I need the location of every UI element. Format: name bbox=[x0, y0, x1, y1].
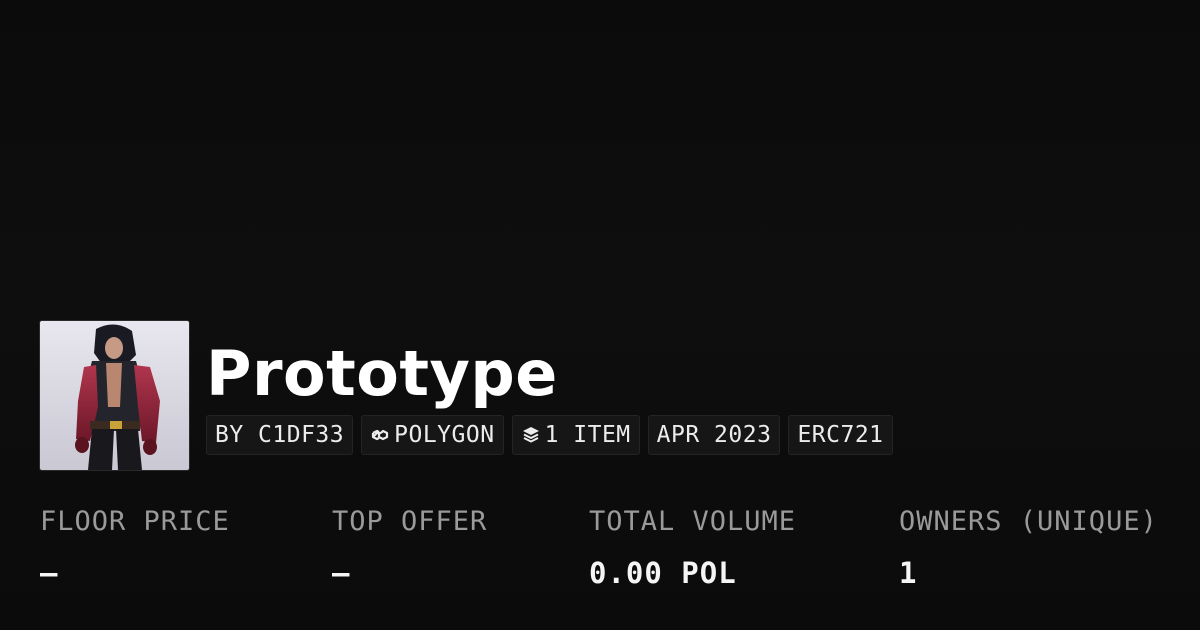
stat-label: TOTAL VOLUME bbox=[589, 506, 797, 537]
stat-value: – bbox=[332, 556, 351, 590]
standard-badge: ERC721 bbox=[788, 415, 893, 455]
stat-value: 1 bbox=[899, 556, 918, 590]
creator-badge-label: BY C1DF33 bbox=[215, 422, 345, 448]
standard-badge-label: ERC721 bbox=[797, 422, 884, 448]
stat-label: OWNERS (UNIQUE) bbox=[899, 506, 1158, 537]
stat-value: 0.00 POL bbox=[589, 556, 737, 590]
stat-label: FLOOR PRICE bbox=[40, 506, 230, 537]
stat-total-volume: TOTAL VOLUME 0.00 POL bbox=[589, 505, 796, 591]
stat-top-offer: TOP OFFER – bbox=[332, 505, 487, 591]
collection-badges: BY C1DF33 POLYGON 1 ITEM APR 2023 ERC721 bbox=[206, 415, 893, 455]
collection-avatar bbox=[40, 321, 189, 470]
creator-badge[interactable]: BY C1DF33 bbox=[206, 415, 354, 455]
collection-avatar-image bbox=[40, 321, 189, 470]
layers-icon bbox=[521, 425, 541, 445]
items-badge: 1 ITEM bbox=[511, 415, 640, 455]
date-badge-label: APR 2023 bbox=[656, 422, 772, 448]
date-badge: APR 2023 bbox=[647, 415, 781, 455]
chain-badge[interactable]: POLYGON bbox=[361, 415, 504, 455]
chain-link-icon bbox=[370, 425, 390, 445]
stat-floor-price: FLOOR PRICE – bbox=[40, 505, 230, 591]
stat-label: TOP OFFER bbox=[332, 506, 488, 537]
chain-badge-label: POLYGON bbox=[394, 422, 495, 448]
stat-value: – bbox=[40, 556, 59, 590]
collection-title: Prototype bbox=[206, 337, 558, 410]
stat-owners: OWNERS (UNIQUE) 1 bbox=[899, 505, 1158, 591]
items-badge-label: 1 ITEM bbox=[544, 422, 631, 448]
